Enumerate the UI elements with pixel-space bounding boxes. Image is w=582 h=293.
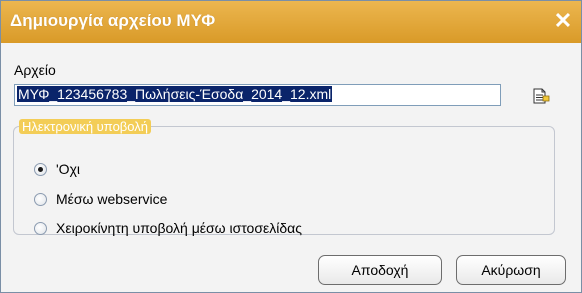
radio-option-no[interactable]: 'Οχι: [34, 159, 80, 179]
cancel-button[interactable]: Ακύρωση: [456, 255, 566, 285]
radio-option-manual-website[interactable]: Χειροκίνητη υποβολή μέσω ιστοσελίδας: [34, 218, 302, 238]
radio-option-no-label: 'Οχι: [56, 161, 81, 177]
radio-option-manual-website-label: Χειροκίνητη υποβολή μέσω ιστοσελίδας: [56, 220, 302, 236]
title-bar[interactable]: Δημιουργία αρχείου ΜΥΦ ✕: [1, 1, 581, 43]
radio-button[interactable]: [34, 192, 47, 206]
dialog-title: Δημιουργία αρχείου ΜΥΦ: [10, 11, 216, 30]
electronic-submission-legend: Ηλεκτρονική υποβολή: [19, 119, 151, 134]
accept-button[interactable]: Αποδοχή: [318, 255, 442, 285]
file-browse-icon[interactable]: [530, 87, 550, 105]
close-icon[interactable]: ✕: [551, 7, 575, 35]
radio-button-checked[interactable]: [34, 162, 47, 176]
file-path-input[interactable]: ΜΥΦ_123456783_Πωλήσεις-Έσοδα_2014_12.xml: [14, 84, 501, 106]
file-path-value: ΜΥΦ_123456783_Πωλήσεις-Έσοδα_2014_12.xml: [17, 86, 333, 102]
electronic-submission-group: Ηλεκτρονική υποβολή 'Οχι Μέσω webservice…: [13, 119, 555, 238]
radio-option-webservice[interactable]: Μέσω webservice: [34, 189, 167, 209]
file-label: Αρχείο: [14, 62, 56, 78]
create-myf-file-dialog: Δημιουργία αρχείου ΜΥΦ ✕ Αρχείο ΜΥΦ_1234…: [0, 0, 582, 293]
radio-button[interactable]: [34, 221, 47, 235]
radio-option-webservice-label: Μέσω webservice: [56, 191, 168, 207]
